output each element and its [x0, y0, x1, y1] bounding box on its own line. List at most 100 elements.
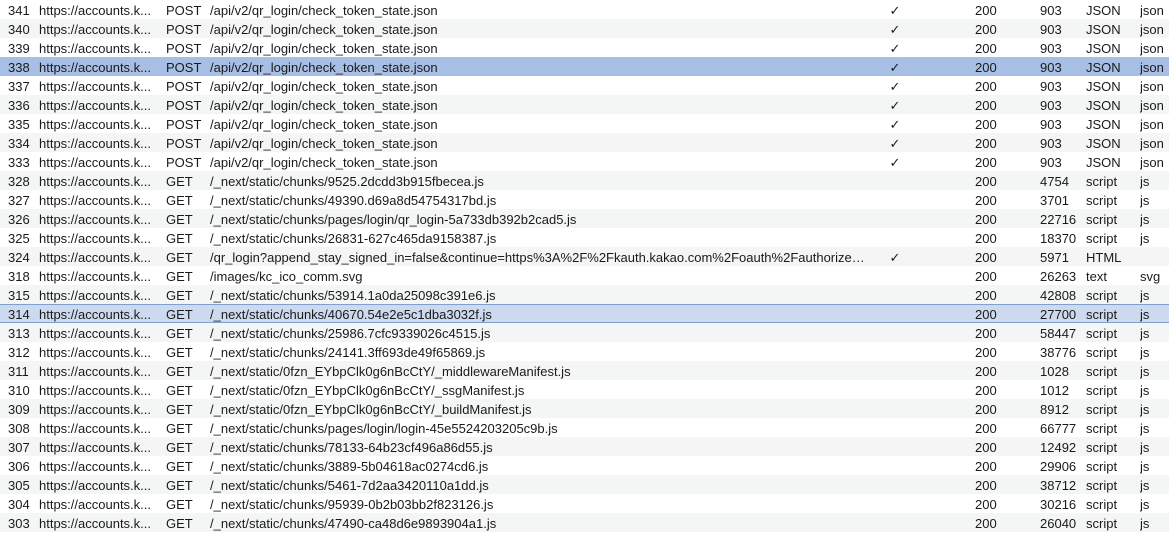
table-row[interactable]: 338 https://accounts.k... POST/api/v2/qr_l… — [0, 57, 1169, 76]
cell-host: https://accounts.k... — [39, 345, 151, 360]
table-row[interactable]: 311 https://accounts.k... GET /_next/static… — [0, 361, 1169, 380]
table-row[interactable]: 328 https://accounts.k... GET /_next/static… — [0, 171, 1169, 190]
cell-status: 200 — [975, 136, 997, 151]
cell-method: GET — [166, 326, 193, 341]
cell-status: 200 — [975, 117, 997, 132]
table-row[interactable]: 336 https://accounts.k... POST/api/v2/qr_l… — [0, 95, 1169, 114]
cell-extension: js — [1140, 383, 1150, 398]
cell-extension: json — [1140, 136, 1164, 151]
cell-status: 200 — [975, 383, 997, 398]
cell-method: GET — [166, 421, 193, 436]
cell-length: 27700 — [1040, 307, 1077, 322]
cell-id: 333 — [8, 155, 30, 170]
cell-url: /api/v2/qr_login/check_token_state.json — [210, 60, 438, 75]
cell-host: https://accounts.k... — [39, 459, 151, 474]
cell-ssl-check: ✓ — [889, 155, 901, 170]
cell-url: /qr_login?append_stay_signed_in=false&co… — [210, 250, 876, 265]
table-row[interactable]: 335 https://accounts.k... POST/api/v2/qr_l… — [0, 114, 1169, 133]
table-row[interactable]: 315 https://accounts.k... GET /_next/static… — [0, 285, 1169, 304]
cell-method: GET — [166, 383, 193, 398]
table-row[interactable]: 306 https://accounts.k... GET /_next/static… — [0, 456, 1169, 475]
cell-host: https://accounts.k... — [39, 288, 151, 303]
table-row[interactable]: 318 https://accounts.k... GET/images/kc_ic… — [0, 266, 1169, 285]
cell-url: /_next/static/0fzn_EYbpClk0g6nBcCtY/_bui… — [210, 402, 532, 417]
table-row[interactable]: 341 https://accounts.k... POST/api/v2/qr_l… — [0, 0, 1169, 19]
cell-mime-type: script — [1086, 478, 1118, 493]
cell-method: POST — [166, 136, 202, 151]
cell-length: 903 — [1040, 3, 1062, 18]
cell-host: https://accounts.k... — [39, 383, 151, 398]
cell-url: /_next/static/chunks/47490-ca48d6e989390… — [210, 516, 497, 531]
table-row[interactable]: 312 https://accounts.k... GET /_next/static… — [0, 342, 1169, 361]
cell-length: 903 — [1040, 155, 1062, 170]
cell-method: POST — [166, 3, 202, 18]
cell-id: 303 — [8, 516, 30, 531]
cell-url: /_next/static/chunks/3889-5b04618ac0274c… — [210, 459, 489, 474]
cell-extension: json — [1140, 117, 1164, 132]
table-body: 341 https://accounts.k... POST/api/v2/qr_l… — [0, 0, 1169, 532]
cell-url: /_next/static/chunks/26831-627c465da9158… — [210, 231, 497, 246]
table-row[interactable]: 310 https://accounts.k... GET /_next/static… — [0, 380, 1169, 399]
table-row[interactable]: 326 https://accounts.k... GET /_next/static… — [0, 209, 1169, 228]
cell-status: 200 — [975, 364, 997, 379]
table-row[interactable]: 325 https://accounts.k... GET /_next/static… — [0, 228, 1169, 247]
table-row[interactable]: 337 https://accounts.k... POST/api/v2/qr_l… — [0, 76, 1169, 95]
cell-id: 336 — [8, 98, 30, 113]
cell-url: /_next/static/chunks/40670.54e2e5c1dba30… — [210, 307, 492, 322]
cell-length: 66777 — [1040, 421, 1077, 436]
cell-length: 58447 — [1040, 326, 1077, 341]
cell-length: 8912 — [1040, 402, 1069, 417]
table-row[interactable]: 305 https://accounts.k... GET /_next/static… — [0, 475, 1169, 494]
cell-host: https://accounts.k... — [39, 212, 151, 227]
cell-url: /_next/static/0fzn_EYbpClk0g6nBcCtY/_mid… — [210, 364, 571, 379]
cell-extension: js — [1140, 516, 1150, 531]
cell-method: GET — [166, 288, 193, 303]
cell-method: GET — [166, 478, 193, 493]
table-row[interactable]: 340 https://accounts.k... POST/api/v2/qr_l… — [0, 19, 1169, 38]
cell-extension: js — [1140, 402, 1150, 417]
cell-host: https://accounts.k... — [39, 231, 151, 246]
cell-host: https://accounts.k... — [39, 307, 151, 322]
cell-length: 5971 — [1040, 250, 1069, 265]
cell-length: 18370 — [1040, 231, 1077, 246]
cell-method: POST — [166, 117, 202, 132]
cell-url: /_next/static/chunks/49390.d69a8d5475431… — [210, 193, 497, 208]
cell-length: 30216 — [1040, 497, 1077, 512]
cell-mime-type: JSON — [1086, 3, 1121, 18]
cell-id: 338 — [8, 60, 30, 75]
table-row[interactable]: 324 https://accounts.k... GET/qr_login?app… — [0, 247, 1169, 266]
cell-length: 903 — [1040, 22, 1062, 37]
table-row-partial[interactable] — [0, 532, 1169, 543]
table-row[interactable]: 333 https://accounts.k... POST/api/v2/qr_l… — [0, 152, 1169, 171]
cell-status: 200 — [975, 3, 997, 18]
cell-method: POST — [166, 41, 202, 56]
cell-mime-type: JSON — [1086, 136, 1121, 151]
cell-method: GET — [166, 193, 193, 208]
cell-ssl-check: ✓ — [889, 79, 901, 94]
cell-mime-type: script — [1086, 421, 1118, 436]
cell-mime-type: JSON — [1086, 117, 1121, 132]
cell-status: 200 — [975, 478, 997, 493]
table-row[interactable]: 339 https://accounts.k... POST/api/v2/qr_l… — [0, 38, 1169, 57]
table-row[interactable]: 314 https://accounts.k... GET /_next/static… — [0, 304, 1169, 323]
cell-mime-type: JSON — [1086, 155, 1121, 170]
table-row[interactable]: 303 https://accounts.k... GET /_next/static… — [0, 513, 1169, 532]
cell-id: 310 — [8, 383, 30, 398]
cell-host: https://accounts.k... — [39, 22, 151, 37]
table-row[interactable]: 308 https://accounts.k... GET /_next/static… — [0, 418, 1169, 437]
cell-extension: js — [1140, 497, 1150, 512]
cell-status: 200 — [975, 459, 997, 474]
cell-ssl-check: ✓ — [889, 41, 901, 56]
cell-extension: js — [1140, 212, 1150, 227]
table-row[interactable]: 327 https://accounts.k... GET /_next/static… — [0, 190, 1169, 209]
cell-status: 200 — [975, 269, 997, 284]
cell-url: /api/v2/qr_login/check_token_state.json — [210, 41, 438, 56]
cell-id: 312 — [8, 345, 30, 360]
table-row[interactable]: 313 https://accounts.k... GET /_next/static… — [0, 323, 1169, 342]
table-row[interactable]: 334 https://accounts.k... POST/api/v2/qr_l… — [0, 133, 1169, 152]
table-row[interactable]: 307 https://accounts.k... GET /_next/static… — [0, 437, 1169, 456]
table-row[interactable]: 304 https://accounts.k... GET /_next/static… — [0, 494, 1169, 513]
cell-ssl-check: ✓ — [889, 98, 901, 113]
cell-method: POST — [166, 60, 202, 75]
table-row[interactable]: 309 https://accounts.k... GET /_next/static… — [0, 399, 1169, 418]
